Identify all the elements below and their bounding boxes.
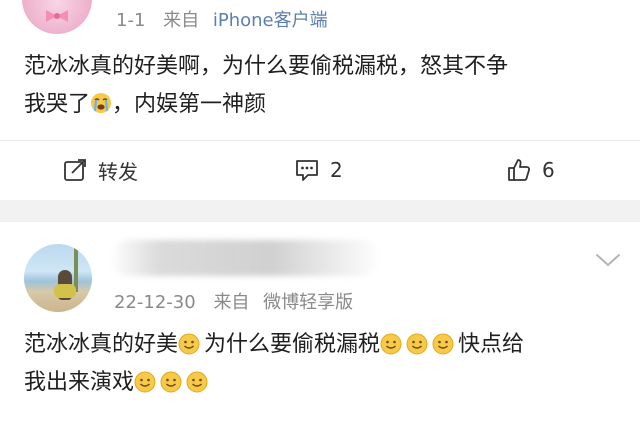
crying-face-icon <box>91 93 112 113</box>
blurred-username[interactable] <box>110 240 380 276</box>
avatar[interactable] <box>22 0 92 34</box>
repost-icon <box>64 159 86 181</box>
post-card-2: 22-12-30 来自 微博轻享版 范冰冰真的好美 为什么要偷税漏税 快点给 我出来… <box>0 222 640 422</box>
post-content-part1: 范冰冰真的好美 <box>24 332 179 357</box>
comment-count: 2 <box>330 158 343 182</box>
action-bar: 转发 2 6 <box>0 140 640 200</box>
bow-icon <box>46 10 68 22</box>
post-meta: 1-1 来自 iPhone客户端 <box>116 6 328 32</box>
smile-face-icon <box>178 333 200 355</box>
smile-face-icon <box>432 333 454 355</box>
avatar[interactable] <box>24 244 92 312</box>
post-content-part2: 为什么要偷税漏税 <box>204 332 381 357</box>
post-time: 22-12-30 <box>114 292 196 313</box>
repost-label: 转发 <box>98 159 138 184</box>
post-meta: 22-12-30 来自 微博轻享版 <box>114 288 353 314</box>
post-content-part4: 我出来演戏 <box>24 370 135 395</box>
post-content-line2b: ，内娱第一神颜 <box>112 92 267 117</box>
repost-button[interactable]: 转发 <box>62 155 138 185</box>
like-button[interactable]: 6 <box>506 155 555 185</box>
post-content-part3: 快点给 <box>458 332 525 357</box>
smile-face-icon <box>160 371 182 393</box>
post-content: 范冰冰真的好美 为什么要偷税漏税 快点给 我出来演戏 <box>24 326 624 402</box>
comment-button[interactable]: 2 <box>294 155 343 185</box>
source-link[interactable]: 微博轻享版 <box>263 292 353 313</box>
smile-face-icon <box>380 333 402 355</box>
feed-separator <box>0 200 640 222</box>
source-prefix: 来自 <box>213 292 250 313</box>
comment-icon <box>296 160 318 181</box>
post-content-line2a: 我哭了 <box>24 92 91 117</box>
post-card-1: 1-1 来自 iPhone客户端 范冰冰真的好美啊，为什么要偷税漏税，怒其不争 … <box>0 0 640 200</box>
avatar-scene <box>54 284 76 298</box>
smile-face-icon <box>186 371 208 393</box>
source-prefix: 来自 <box>163 10 200 31</box>
post-content: 范冰冰真的好美啊，为什么要偷税漏税，怒其不争 我哭了 ，内娱第一神颜 <box>24 48 624 124</box>
chevron-down-icon[interactable] <box>594 250 622 270</box>
smile-face-icon <box>406 333 428 355</box>
thumbs-up-icon <box>508 159 531 181</box>
smile-face-icon <box>134 371 156 393</box>
post-time: 1-1 <box>116 10 146 31</box>
source-link[interactable]: iPhone客户端 <box>213 10 328 31</box>
post-content-line1: 范冰冰真的好美啊，为什么要偷税漏税，怒其不争 <box>24 54 509 79</box>
like-count: 6 <box>542 158 555 182</box>
